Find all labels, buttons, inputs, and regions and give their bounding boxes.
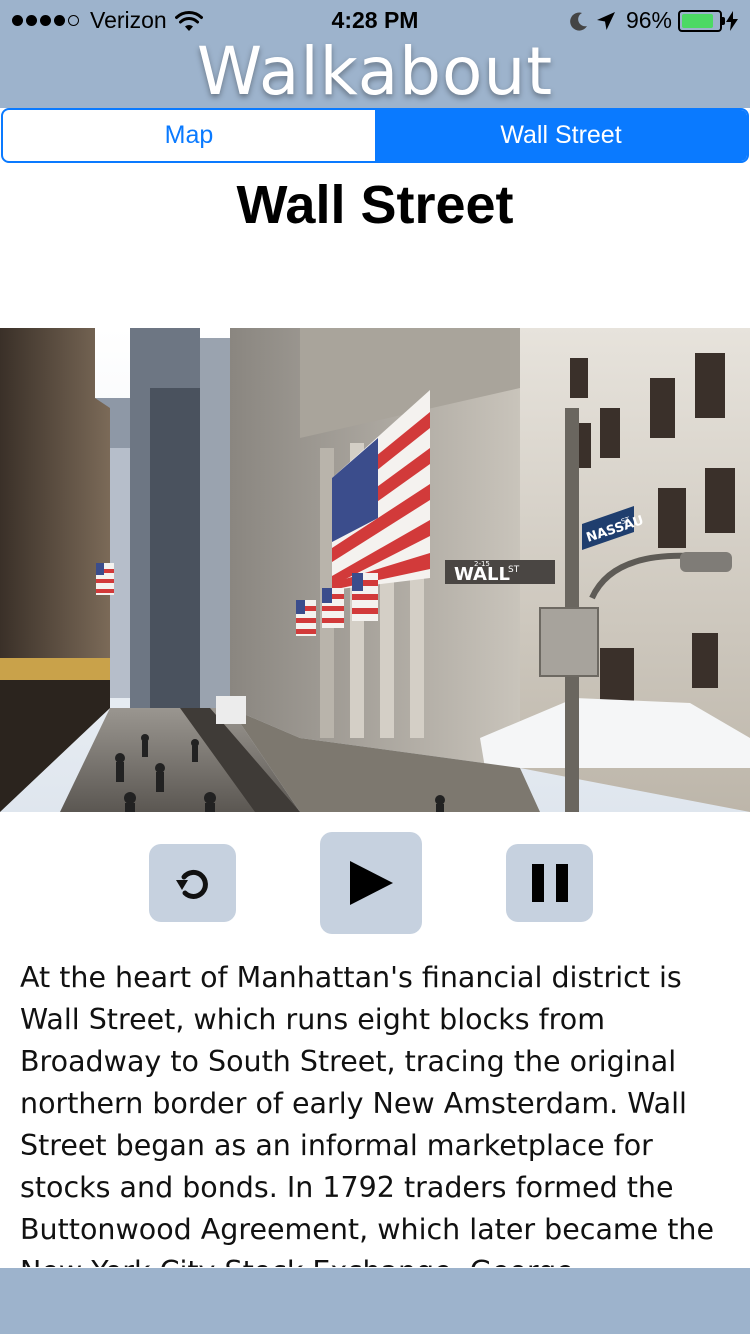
restart-button[interactable] [149, 844, 236, 922]
pause-icon [531, 864, 568, 902]
pause-button[interactable] [506, 844, 593, 922]
svg-text:2-15: 2-15 [474, 560, 490, 568]
restart-icon [175, 869, 208, 899]
charging-bolt-icon [726, 10, 738, 31]
battery-percent: 96% [625, 7, 672, 33]
place-description: At the heart of Manhattan's financial di… [20, 961, 715, 1267]
tab-map[interactable]: Map [3, 110, 375, 161]
app-title: Walkabout [196, 33, 554, 110]
svg-text:ST: ST [508, 565, 520, 575]
location-arrow-icon [596, 11, 615, 30]
location-photo: WALL ST 2-15 NASSAU ST [0, 328, 750, 812]
battery-icon [678, 9, 725, 32]
bottom-bar [0, 1268, 750, 1334]
play-button[interactable] [320, 832, 422, 934]
audio-controls [0, 832, 750, 936]
app-header: Verizon 4:28 PM 96% Walkabout [0, 0, 750, 110]
moon-icon [570, 12, 587, 31]
wall-street-sign: WALL ST 2-15 [445, 560, 555, 585]
place-title: Wall Street [236, 175, 514, 235]
tab-wall-street[interactable]: Wall Street [375, 110, 747, 161]
segmented-control: Map Wall Street [1, 108, 749, 163]
play-icon [350, 861, 393, 905]
